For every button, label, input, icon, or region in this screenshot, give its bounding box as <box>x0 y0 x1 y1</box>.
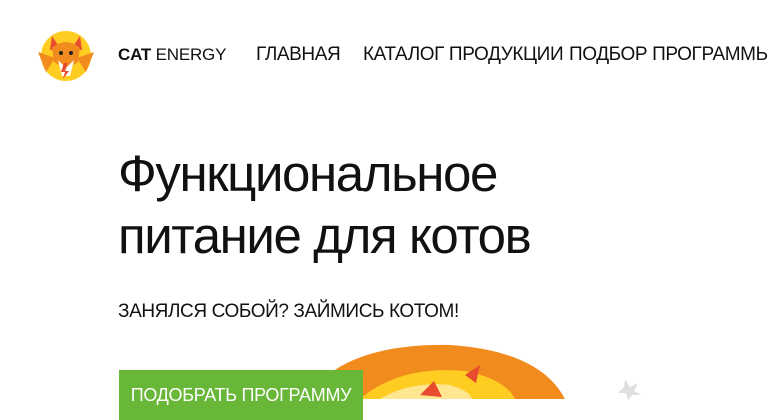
nav-item-catalog[interactable]: КАТАЛОГ ПРОДУКЦИИ <box>363 44 564 66</box>
main-nav: ГЛАВНАЯ КАТАЛОГ ПРОДУКЦИИ ПОДБОР ПРОГРАМ… <box>0 44 768 68</box>
select-program-button[interactable]: ПОДОБРАТЬ ПРОГРАММУ <box>119 370 363 420</box>
nav-item-home[interactable]: ГЛАВНАЯ <box>256 44 341 66</box>
hero-title-line-2: питание для котов <box>118 207 532 264</box>
hero-title-line-1: Функциональное <box>118 145 498 202</box>
energy-burst-illustration <box>300 344 642 400</box>
hero-title: Функциональное питание для котов <box>118 143 678 267</box>
site-header: CAT ENERGY ГЛАВНАЯ КАТАЛОГ ПРОДУКЦИИ ПОД… <box>0 0 768 110</box>
nav-item-program[interactable]: ПОДБОР ПРОГРАММЫ <box>569 44 768 66</box>
hero-subtitle: ЗАНЯЛСЯ СОБОЙ? ЗАЙМИСЬ КОТОМ! <box>118 301 459 322</box>
